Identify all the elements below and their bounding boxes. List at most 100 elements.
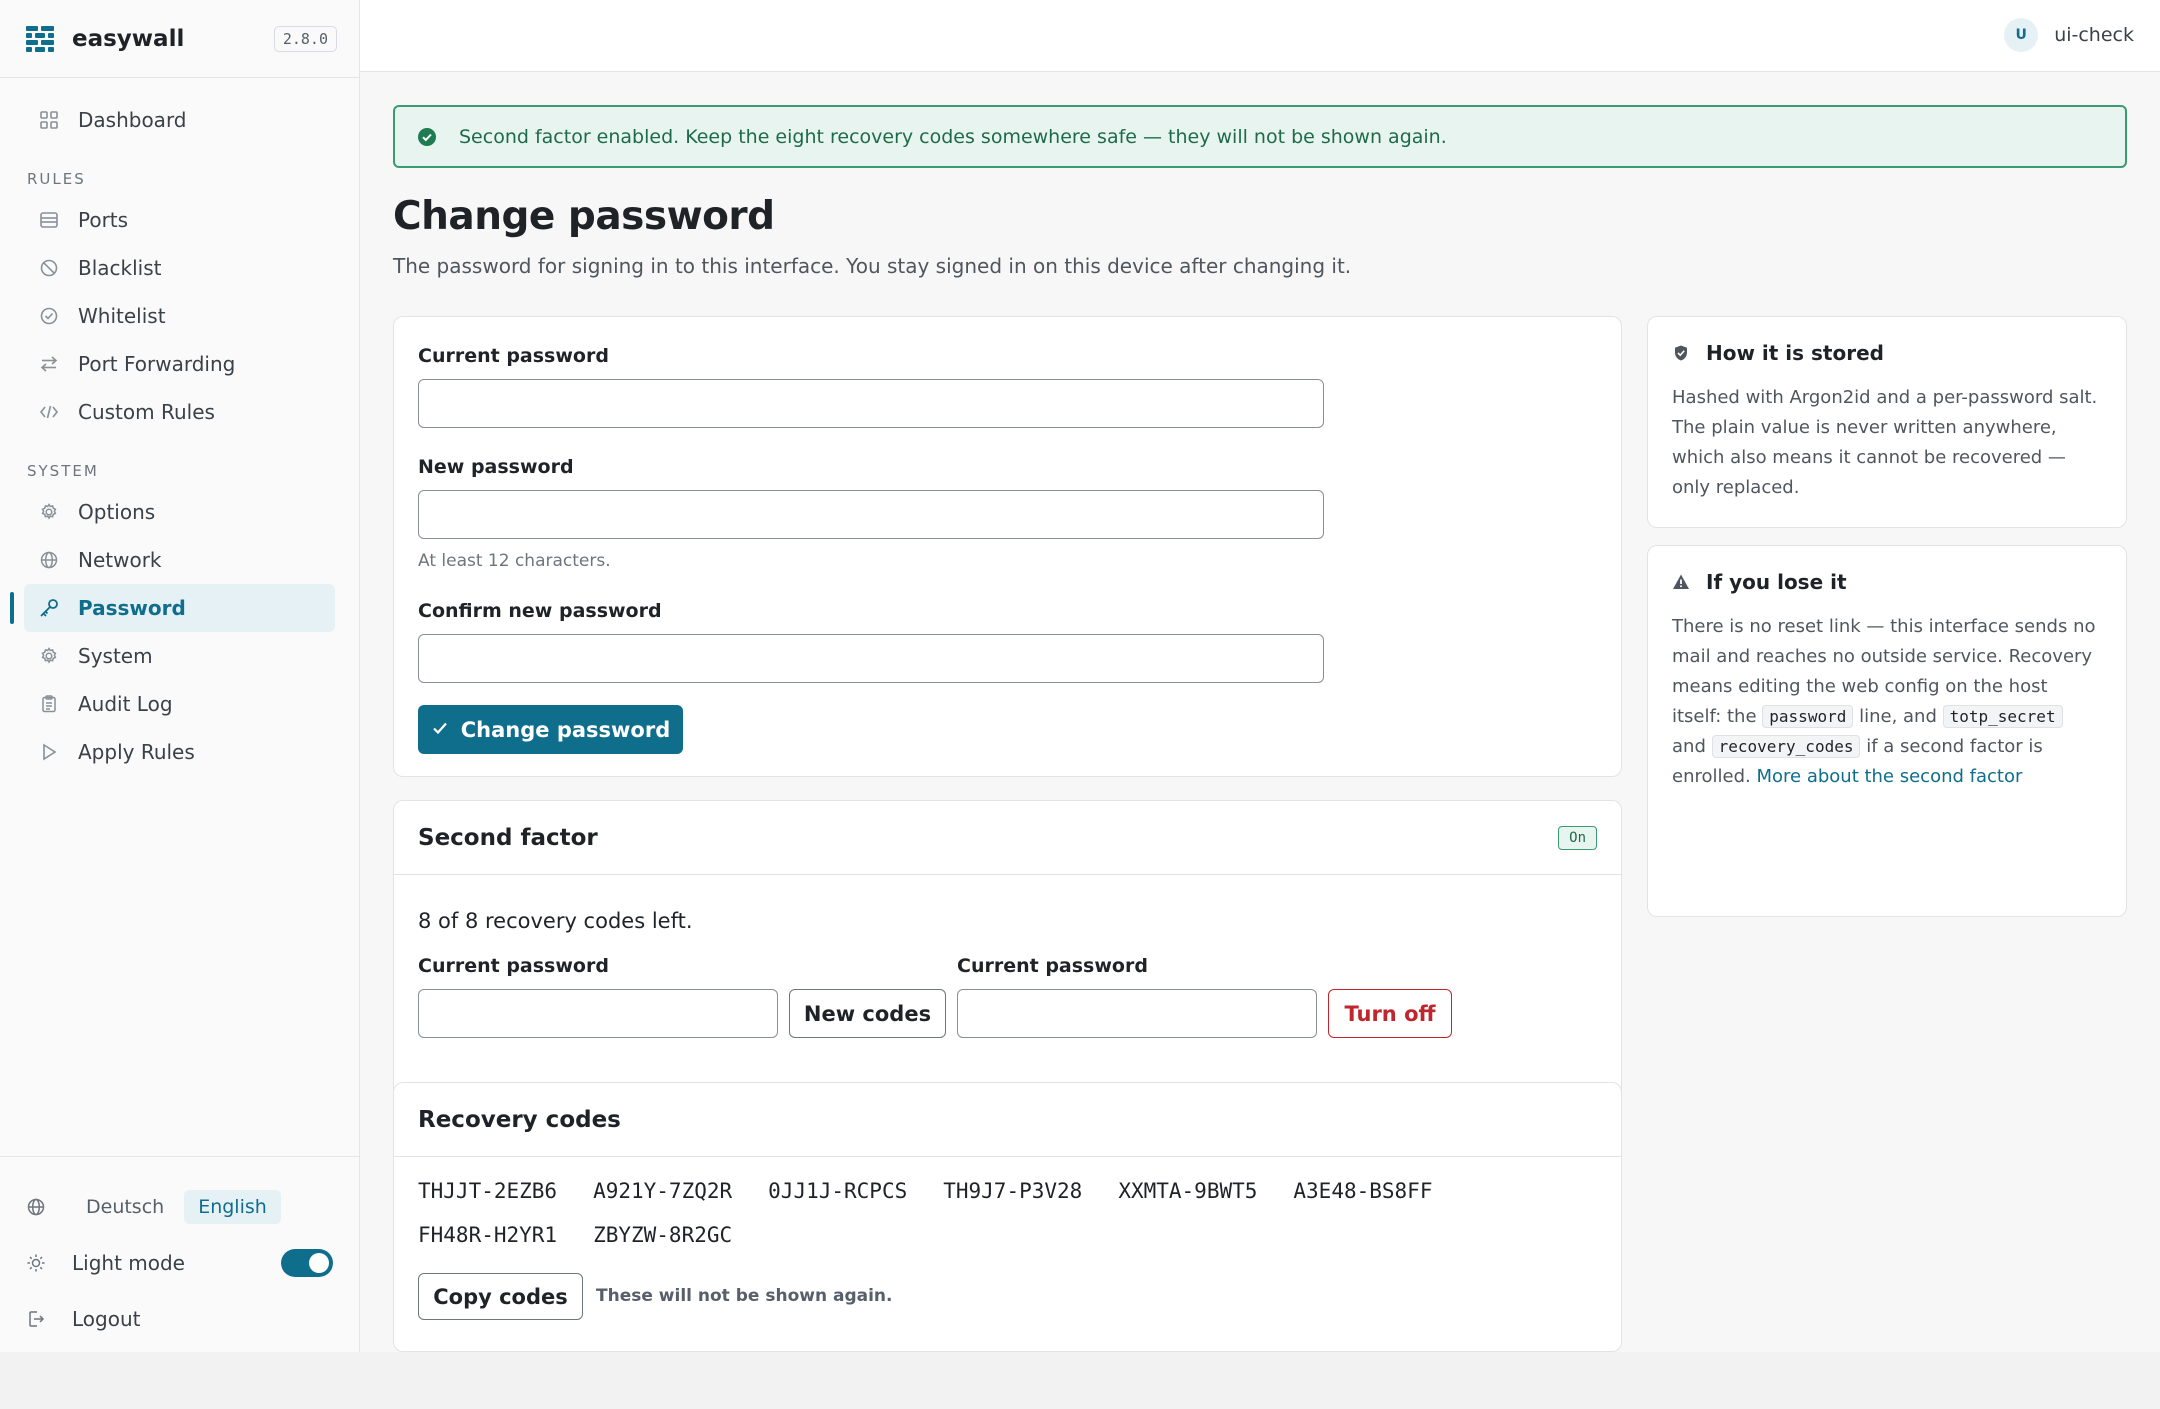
sidebar-item-dashboard[interactable]: Dashboard bbox=[24, 96, 335, 144]
language-switcher: Deutsch English bbox=[0, 1179, 359, 1235]
sidebar-item-blacklist[interactable]: Blacklist bbox=[24, 244, 335, 292]
gear-icon bbox=[38, 501, 60, 523]
recovery-codes-header: Recovery codes bbox=[394, 1083, 1621, 1157]
turn-off-button[interactable]: Turn off bbox=[1328, 989, 1452, 1038]
sidebar-item-password[interactable]: Password bbox=[10, 584, 335, 632]
regen-password-label: Current password bbox=[418, 955, 609, 977]
change-password-card: Current password New password At least 1… bbox=[393, 316, 1622, 777]
sidebar-item-label: Options bbox=[78, 500, 156, 524]
second-factor-header: Second factor On bbox=[394, 801, 1621, 875]
theme-label: Light mode bbox=[72, 1251, 185, 1275]
sidebar-item-label: Ports bbox=[78, 208, 129, 232]
logout-link[interactable]: Logout bbox=[0, 1291, 359, 1347]
ban-icon bbox=[38, 257, 60, 279]
sidebar-item-label: Password bbox=[78, 596, 186, 620]
theme-row: Light mode bbox=[0, 1235, 359, 1291]
database-icon bbox=[38, 209, 60, 231]
nav-section-rules: RULES bbox=[27, 170, 86, 188]
copy-codes-button[interactable]: Copy codes bbox=[418, 1273, 583, 1320]
sidebar-item-custom-rules[interactable]: Custom Rules bbox=[24, 388, 335, 436]
second-factor-docs-link[interactable]: More about the second factor bbox=[1756, 766, 2022, 787]
app-name[interactable]: easywall bbox=[72, 26, 274, 52]
regen-password-input[interactable] bbox=[418, 989, 778, 1038]
recovery-code: A921Y-7ZQ2R bbox=[593, 1179, 733, 1203]
info-card-lose-text: There is no reset link — this interface … bbox=[1672, 612, 2102, 792]
change-password-button[interactable]: Change password bbox=[418, 705, 683, 754]
recovery-code: FH48R-H2YR1 bbox=[418, 1223, 558, 1247]
config-key-password: password bbox=[1762, 705, 1854, 728]
confirm-password-input[interactable] bbox=[418, 634, 1324, 683]
play-icon bbox=[38, 741, 60, 763]
recovery-code: A3E48-BS8FF bbox=[1293, 1179, 1433, 1203]
recovery-codes-card: Recovery codes THJJT-2EZB6 A921Y-7ZQ2R 0… bbox=[393, 1082, 1622, 1352]
recovery-code: 0JJ1J-RCPCS bbox=[768, 1179, 908, 1203]
info-card-storage: How it is stored Hashed with Argon2id an… bbox=[1647, 316, 2127, 528]
logout-icon bbox=[26, 1307, 50, 1331]
theme-toggle[interactable] bbox=[281, 1249, 333, 1277]
language-option-deutsch[interactable]: Deutsch bbox=[72, 1190, 178, 1224]
language-option-english[interactable]: English bbox=[184, 1190, 281, 1224]
info-card-lose-title: If you lose it bbox=[1672, 570, 1847, 594]
shield-icon bbox=[1672, 344, 1690, 362]
sidebar-item-options[interactable]: Options bbox=[24, 488, 335, 536]
disable-password-input[interactable] bbox=[957, 989, 1317, 1038]
new-codes-button[interactable]: New codes bbox=[789, 989, 946, 1038]
recovery-codes-left: 8 of 8 recovery codes left. bbox=[418, 909, 693, 933]
sidebar-item-apply-rules[interactable]: Apply Rules bbox=[24, 728, 335, 776]
current-password-input[interactable] bbox=[418, 379, 1324, 428]
alert-message: Second factor enabled. Keep the eight re… bbox=[459, 125, 1447, 148]
firewall-bricks-icon bbox=[26, 25, 54, 53]
page-bottom-strip bbox=[0, 1352, 2160, 1409]
globe-icon bbox=[26, 1195, 50, 1219]
sidebar-item-label: Port Forwarding bbox=[78, 352, 236, 376]
clipboard-icon bbox=[38, 693, 60, 715]
user-name: ui-check bbox=[2054, 24, 2134, 46]
check-circle-icon bbox=[38, 305, 60, 327]
new-password-input[interactable] bbox=[418, 490, 1324, 539]
disable-password-label: Current password bbox=[957, 955, 1148, 977]
logout-label: Logout bbox=[72, 1307, 141, 1331]
recovery-code: TH9J7-P3V28 bbox=[943, 1179, 1083, 1203]
sidebar-item-label: Blacklist bbox=[78, 256, 162, 280]
sidebar-nav: Dashboard RULES Ports Blacklist Whitelis… bbox=[0, 96, 359, 776]
sidebar: easywall 2.8.0 Dashboard RULES Ports Bla… bbox=[0, 0, 360, 1352]
info-card-storage-text: Hashed with Argon2id and a per-password … bbox=[1672, 387, 2098, 498]
grid-icon bbox=[38, 109, 60, 131]
recovery-code: THJJT-2EZB6 bbox=[418, 1179, 558, 1203]
check-icon bbox=[431, 718, 449, 742]
sidebar-footer: Deutsch English Light mode Logout bbox=[0, 1156, 359, 1347]
recovery-codes-list: THJJT-2EZB6 A921Y-7ZQ2R 0JJ1J-RCPCS TH9J… bbox=[418, 1179, 1598, 1247]
user-menu[interactable]: U ui-check bbox=[2004, 18, 2134, 52]
nav-section-system: SYSTEM bbox=[27, 462, 99, 480]
sidebar-item-port-forwarding[interactable]: Port Forwarding bbox=[24, 340, 335, 388]
key-icon bbox=[38, 597, 60, 619]
page-subtitle: The password for signing in to this inte… bbox=[393, 254, 1352, 278]
second-factor-title: Second factor bbox=[418, 824, 598, 851]
sidebar-item-label: Custom Rules bbox=[78, 400, 215, 424]
gear-icon bbox=[38, 645, 60, 667]
info-text-part: and bbox=[1672, 736, 1706, 757]
sun-icon bbox=[26, 1251, 50, 1275]
sidebar-item-system[interactable]: System bbox=[24, 632, 335, 680]
success-alert: Second factor enabled. Keep the eight re… bbox=[393, 105, 2127, 168]
info-title-text: If you lose it bbox=[1706, 570, 1847, 594]
info-text-part: line, and bbox=[1859, 706, 1937, 727]
brand-header: easywall 2.8.0 bbox=[0, 0, 359, 78]
sidebar-item-label: Whitelist bbox=[78, 304, 166, 328]
sidebar-item-network[interactable]: Network bbox=[24, 536, 335, 584]
recovery-codes-title: Recovery codes bbox=[418, 1106, 621, 1133]
sidebar-item-ports[interactable]: Ports bbox=[24, 196, 335, 244]
check-circle-filled-icon bbox=[417, 127, 437, 147]
version-badge: 2.8.0 bbox=[273, 25, 337, 52]
sidebar-item-audit-log[interactable]: Audit Log bbox=[24, 680, 335, 728]
recovery-codes-note: These will not be shown again. bbox=[596, 1286, 893, 1306]
sidebar-item-whitelist[interactable]: Whitelist bbox=[24, 292, 335, 340]
recovery-code: XXMTA-9BWT5 bbox=[1118, 1179, 1258, 1203]
arrows-swap-icon bbox=[38, 353, 60, 375]
info-card-storage-title: How it is stored bbox=[1672, 341, 1884, 365]
main-content: Second factor enabled. Keep the eight re… bbox=[360, 72, 2160, 1352]
status-badge: On bbox=[1558, 825, 1597, 850]
sidebar-item-label: System bbox=[78, 644, 153, 668]
current-password-label: Current password bbox=[418, 345, 609, 367]
code-icon bbox=[38, 401, 60, 423]
